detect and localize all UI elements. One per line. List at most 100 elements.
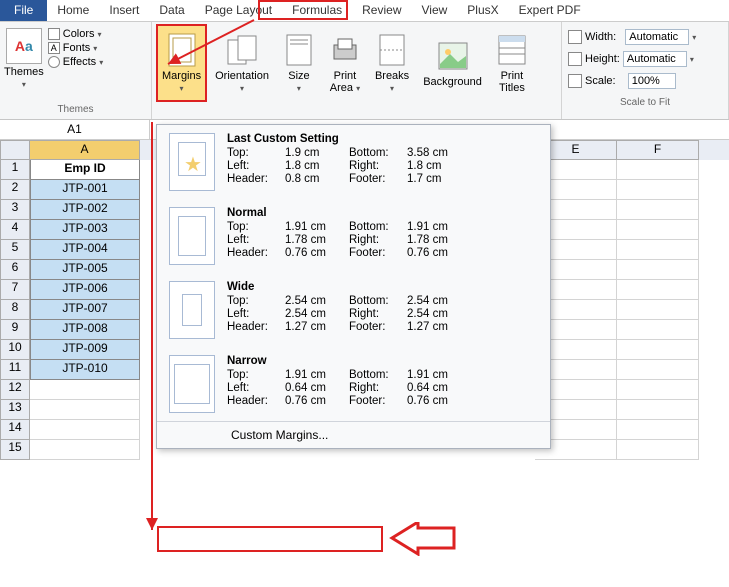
scale-icon — [568, 74, 582, 88]
margins-preset-narrow[interactable]: Narrow Top:1.91 cmBottom:1.91 cm Left:0.… — [157, 347, 550, 421]
cell-empty[interactable] — [617, 220, 699, 240]
scale-input[interactable] — [628, 73, 676, 89]
cell-data[interactable]: JTP-002 — [30, 200, 140, 220]
margin-thumb-icon: ★ — [169, 133, 215, 191]
cell-empty[interactable] — [617, 380, 699, 400]
tab-plusx[interactable]: PlusX — [457, 0, 508, 21]
cell-data[interactable]: JTP-009 — [30, 340, 140, 360]
colors-icon — [48, 28, 60, 40]
row-header[interactable]: 4 — [0, 220, 30, 240]
row-header[interactable]: 9 — [0, 320, 30, 340]
row-header[interactable]: 5 — [0, 240, 30, 260]
tab-view[interactable]: View — [412, 0, 458, 21]
width-input[interactable] — [625, 29, 689, 45]
tab-insert[interactable]: Insert — [99, 0, 149, 21]
cell-empty[interactable] — [617, 300, 699, 320]
width-icon — [568, 30, 582, 44]
margins-icon — [166, 32, 198, 68]
cell-data[interactable]: JTP-001 — [30, 180, 140, 200]
fonts-icon: A — [48, 42, 60, 54]
height-input[interactable] — [623, 51, 687, 67]
themes-fonts[interactable]: AFonts ▾ — [48, 42, 103, 54]
col-header-a[interactable]: A — [30, 140, 140, 160]
scale-pct[interactable]: Scale: — [568, 70, 722, 92]
row-header[interactable]: 14 — [0, 420, 30, 440]
effects-icon — [48, 56, 60, 68]
row-header[interactable]: 10 — [0, 340, 30, 360]
themes-colors[interactable]: Colors ▾ — [48, 28, 103, 40]
cell-data[interactable]: JTP-007 — [30, 300, 140, 320]
cell-empty[interactable] — [617, 360, 699, 380]
cell-data[interactable]: JTP-004 — [30, 240, 140, 260]
cell-empty[interactable] — [30, 440, 140, 460]
orientation-icon — [226, 32, 258, 68]
tab-home[interactable]: Home — [47, 0, 99, 21]
cell-empty[interactable] — [617, 400, 699, 420]
themes-effects[interactable]: Effects ▾ — [48, 56, 103, 68]
cell-empty[interactable] — [617, 280, 699, 300]
row-header[interactable]: 12 — [0, 380, 30, 400]
margins-preset-normal[interactable]: Normal Top:1.91 cmBottom:1.91 cm Left:1.… — [157, 199, 550, 273]
print-titles-icon — [496, 32, 528, 68]
margins-preset-last[interactable]: ★ Last Custom Setting Top:1.9 cmBottom:3… — [157, 125, 550, 199]
cell-data[interactable]: JTP-008 — [30, 320, 140, 340]
ribbon-tabstrip: File Home Insert Data Page Layout Formul… — [0, 0, 729, 22]
col-header-f[interactable]: F — [617, 140, 699, 160]
print-titles-button[interactable]: Print Titles — [490, 24, 534, 102]
margins-preset-wide[interactable]: Wide Top:2.54 cmBottom:2.54 cm Left:2.54… — [157, 273, 550, 347]
tab-page-layout[interactable]: Page Layout — [195, 0, 282, 21]
cell-data[interactable]: JTP-005 — [30, 260, 140, 280]
cell-empty[interactable] — [617, 420, 699, 440]
tab-data[interactable]: Data — [149, 0, 194, 21]
cell-empty[interactable] — [30, 380, 140, 400]
row-header[interactable]: 1 — [0, 160, 30, 180]
group-label-pagesetup — [156, 103, 557, 117]
themes-icon: Aa — [6, 28, 42, 64]
custom-margins-menuitem[interactable]: Custom Margins... — [157, 421, 550, 448]
cell-data[interactable]: JTP-010 — [30, 360, 140, 380]
cell-empty[interactable] — [30, 400, 140, 420]
highlight-custom-margins — [157, 526, 383, 552]
row-header[interactable]: 7 — [0, 280, 30, 300]
row-header[interactable]: 15 — [0, 440, 30, 460]
ribbon: Aa Themes▾ Colors ▾ AFonts ▾ Effects ▾ T… — [0, 22, 729, 120]
arrow-pointer-left — [388, 522, 458, 556]
group-label-scale: Scale to Fit — [568, 96, 722, 110]
margins-dropdown: ★ Last Custom Setting Top:1.9 cmBottom:3… — [156, 124, 551, 449]
cell-data[interactable]: JTP-006 — [30, 280, 140, 300]
themes-button[interactable]: Themes▾ — [4, 66, 44, 90]
select-all-corner[interactable] — [0, 140, 30, 160]
row-header[interactable]: 2 — [0, 180, 30, 200]
tab-expertpdf[interactable]: Expert PDF — [509, 0, 591, 21]
cell-data[interactable]: JTP-003 — [30, 220, 140, 240]
tab-review[interactable]: Review — [352, 0, 411, 21]
background-button[interactable]: Background — [417, 24, 488, 102]
tab-file[interactable]: File — [0, 0, 47, 21]
row-header[interactable]: 8 — [0, 300, 30, 320]
cell-empty[interactable] — [617, 180, 699, 200]
name-box[interactable]: A1 — [0, 120, 150, 139]
scale-height[interactable]: Height:▾ — [568, 48, 722, 70]
cell-empty[interactable] — [617, 320, 699, 340]
cell-empty[interactable] — [617, 200, 699, 220]
orientation-button[interactable]: Orientation▾ — [209, 24, 275, 102]
cell-empty[interactable] — [617, 160, 699, 180]
tab-formulas[interactable]: Formulas — [282, 0, 352, 21]
scale-width[interactable]: Width: ▾ — [568, 26, 722, 48]
breaks-icon — [376, 32, 408, 68]
print-area-button[interactable]: Print Area ▾ — [323, 24, 367, 102]
row-header[interactable]: 11 — [0, 360, 30, 380]
row-header[interactable]: 3 — [0, 200, 30, 220]
margin-thumb-icon — [169, 207, 215, 265]
cell-empty[interactable] — [617, 260, 699, 280]
cell-empty[interactable] — [617, 340, 699, 360]
breaks-button[interactable]: Breaks▾ — [369, 24, 415, 102]
cell-empty[interactable] — [617, 440, 699, 460]
cell-empty[interactable] — [30, 420, 140, 440]
cell-empty[interactable] — [617, 240, 699, 260]
row-header[interactable]: 13 — [0, 400, 30, 420]
margins-button[interactable]: Margins▾ — [156, 24, 207, 102]
size-button[interactable]: Size▾ — [277, 24, 321, 102]
row-header[interactable]: 6 — [0, 260, 30, 280]
cell-header[interactable]: Emp ID — [30, 160, 140, 180]
